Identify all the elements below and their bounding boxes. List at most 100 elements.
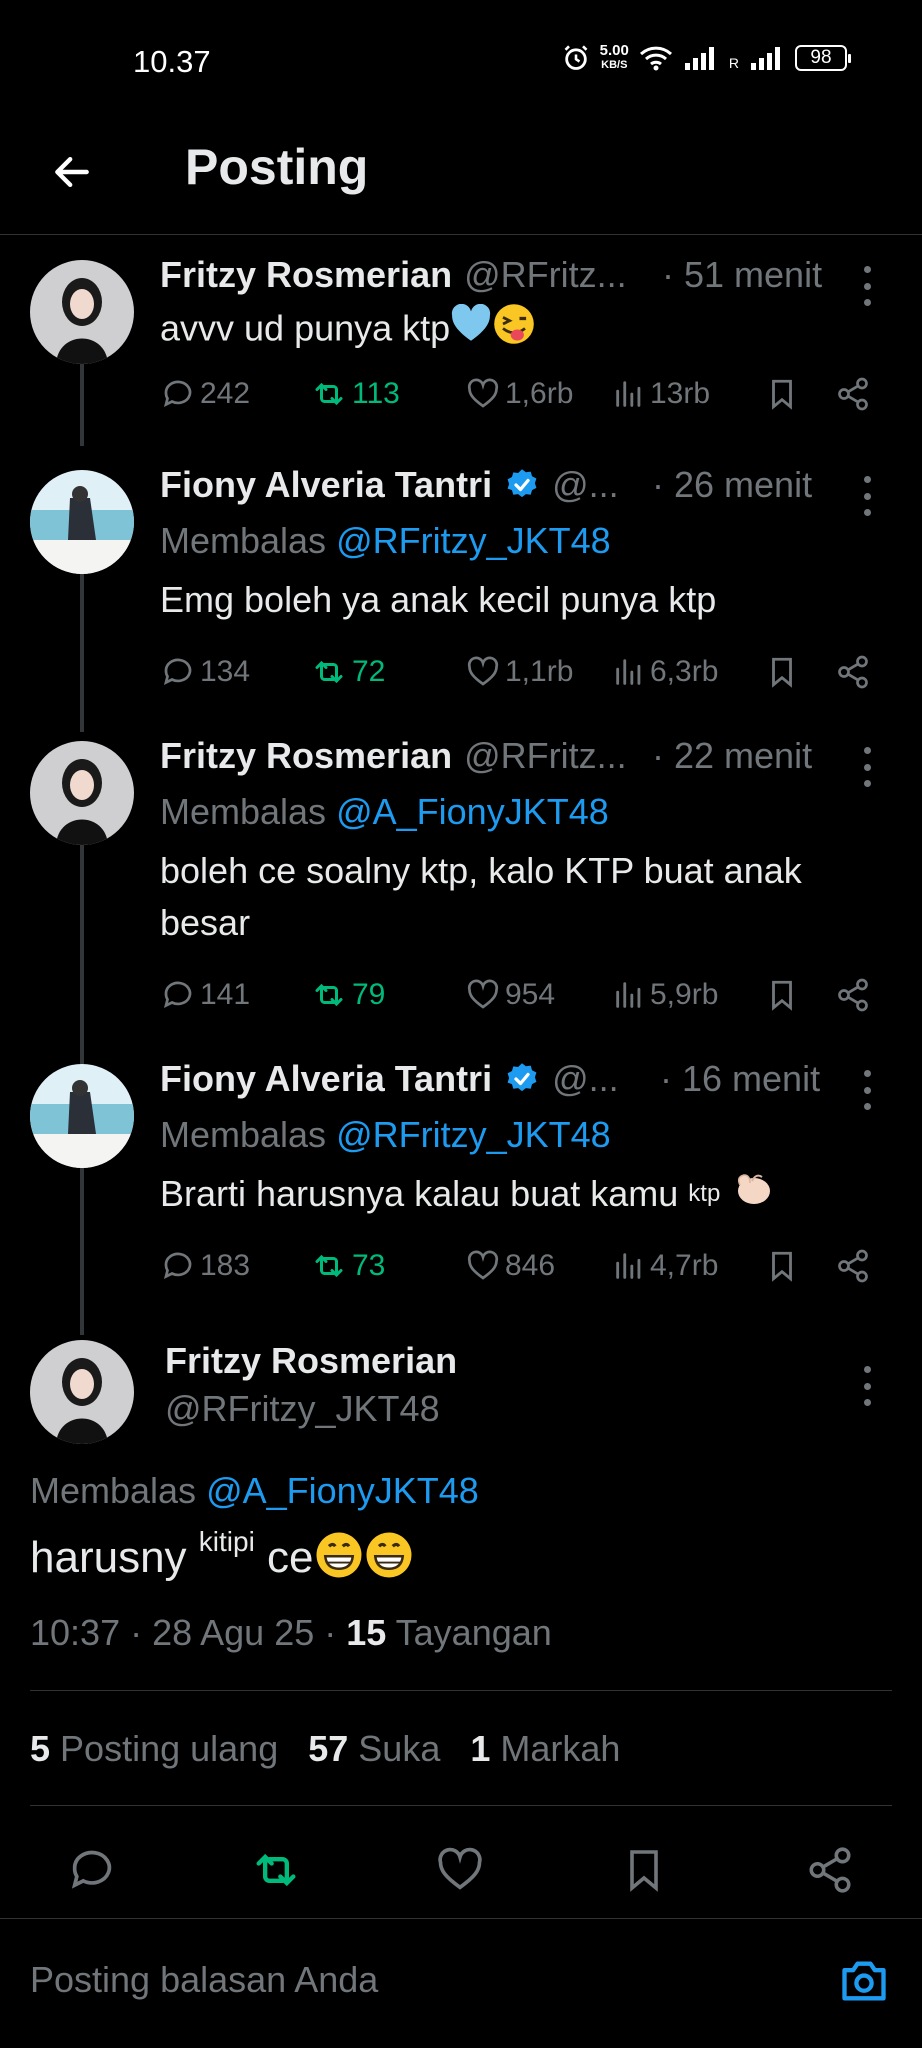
- reply-button[interactable]: 141: [160, 977, 250, 1013]
- share-button[interactable]: [835, 376, 871, 412]
- more-options-button[interactable]: [862, 266, 872, 306]
- signal-icon-2: [749, 45, 785, 71]
- back-arrow-icon: [55, 156, 89, 188]
- repost-count: 73: [352, 1249, 386, 1282]
- views-button[interactable]: 13rb: [612, 376, 710, 412]
- views-button[interactable]: 5,9rb: [612, 977, 718, 1013]
- reply-button[interactable]: [62, 1840, 122, 1900]
- bookmark-button[interactable]: [765, 1248, 799, 1284]
- tweet-header: Fritzy Rosmerian @RFritz...: [160, 254, 627, 296]
- like-button[interactable]: 954: [465, 977, 555, 1013]
- views-button[interactable]: 6,3rb: [612, 654, 718, 690]
- verified-badge-icon: [504, 467, 540, 503]
- mention-link[interactable]: @RFritzy_JKT48: [336, 1114, 611, 1155]
- like-button[interactable]: 1,1rb: [465, 654, 573, 690]
- avatar[interactable]: [30, 470, 134, 574]
- repost-button[interactable]: 72: [310, 654, 385, 690]
- reposts-count: 5: [30, 1728, 51, 1769]
- tweet-time: · 51 menit: [662, 254, 823, 295]
- reply-button[interactable]: 242: [160, 376, 250, 412]
- tweet-text: harusny kitipi ce: [30, 1526, 414, 1591]
- top-app-bar: Posting: [0, 120, 922, 235]
- more-options-button[interactable]: [862, 1366, 872, 1406]
- tweet-actions: 134 72 1,1rb 6,3rb: [160, 654, 880, 698]
- thread-tweet[interactable]: Fritzy Rosmerian @RFritz... · 22 menit M…: [0, 717, 922, 1039]
- like-button[interactable]: [430, 1840, 490, 1900]
- author-name[interactable]: Fritzy Rosmerian: [160, 254, 452, 296]
- avatar[interactable]: [30, 741, 134, 845]
- bookmark-icon: [772, 657, 792, 688]
- share-button[interactable]: [835, 977, 871, 1013]
- mention-link[interactable]: @A_FionyJKT48: [336, 791, 609, 832]
- author-handle[interactable]: @...: [552, 464, 619, 506]
- tweet-timestamp[interactable]: 10:37 · 28 Agu 25 ·: [30, 1612, 336, 1653]
- tweet-time: · 26 menit: [652, 464, 813, 505]
- share-button[interactable]: [835, 1248, 871, 1284]
- heart-icon: [467, 979, 499, 1009]
- author-handle[interactable]: @...: [552, 1058, 619, 1100]
- bookmark-button[interactable]: [614, 1840, 674, 1900]
- more-options-button[interactable]: [862, 747, 872, 787]
- author-name[interactable]: Fiony Alveria Tantri: [160, 464, 492, 506]
- mention-link[interactable]: @A_FionyJKT48: [206, 1470, 479, 1511]
- analytics-icon: [616, 659, 641, 685]
- tweet-text: avvv ud punya ktp: [160, 302, 880, 360]
- network-speed-unit: KB/S: [601, 59, 628, 71]
- repost-button[interactable]: 73: [310, 1248, 385, 1284]
- view-count: 4,7rb: [650, 1249, 719, 1282]
- avatar[interactable]: [30, 1064, 134, 1168]
- like-button[interactable]: 846: [465, 1248, 555, 1284]
- bookmark-icon: [772, 379, 792, 410]
- tweet-text-content-end: ce: [267, 1533, 314, 1583]
- bookmark-icon: [772, 980, 792, 1011]
- avatar[interactable]: [30, 1340, 134, 1444]
- bookmark-button[interactable]: [765, 654, 799, 690]
- replying-to-label: Membalas: [160, 791, 327, 832]
- repost-button[interactable]: 79: [310, 977, 385, 1013]
- share-button[interactable]: [835, 654, 871, 690]
- more-options-button[interactable]: [862, 476, 872, 516]
- author-handle[interactable]: @RFritzy_JKT48: [165, 1388, 440, 1430]
- reposts-stat[interactable]: 5 Posting ulang: [30, 1728, 278, 1770]
- tweet-header: Fiony Alveria Tantri @...: [160, 1058, 619, 1100]
- views-label: Tayangan: [395, 1612, 552, 1653]
- tweet-text-superscript: kitipi: [198, 1526, 255, 1557]
- avatar[interactable]: [30, 260, 134, 364]
- tweet-text-superscript: ktp: [688, 1180, 721, 1207]
- like-button[interactable]: 1,6rb: [465, 376, 573, 412]
- share-button[interactable]: [800, 1840, 860, 1900]
- tweet-text-content: harusny: [30, 1533, 187, 1583]
- reply-count: 141: [200, 978, 251, 1011]
- bookmarks-label: Markah: [500, 1728, 621, 1769]
- repost-button[interactable]: [246, 1840, 306, 1900]
- author-handle[interactable]: @RFritz...: [464, 735, 627, 777]
- bookmark-button[interactable]: [765, 977, 799, 1013]
- back-button[interactable]: [44, 144, 100, 200]
- reply-button[interactable]: 183: [160, 1248, 250, 1284]
- author-name[interactable]: Fritzy Rosmerian: [165, 1340, 457, 1382]
- likes-stat[interactable]: 57 Suka: [308, 1728, 440, 1770]
- reply-button[interactable]: 134: [160, 654, 250, 690]
- reply-input[interactable]: [30, 1959, 790, 2001]
- repost-button[interactable]: 113: [310, 376, 400, 412]
- views-button[interactable]: 4,7rb: [612, 1248, 718, 1284]
- thread-tweet[interactable]: Fiony Alveria Tantri @... · 16 menit Mem…: [0, 1040, 922, 1310]
- signal-icon-1: [683, 45, 719, 71]
- reply-icon: [163, 380, 192, 408]
- author-name[interactable]: Fritzy Rosmerian: [160, 735, 452, 777]
- author-name[interactable]: Fiony Alveria Tantri: [160, 1058, 492, 1100]
- thread-tweet[interactable]: Fritzy Rosmerian @RFritz... · 51 menit a…: [0, 236, 922, 446]
- tweet-time: · 16 menit: [660, 1058, 821, 1099]
- view-count: 13rb: [650, 377, 711, 410]
- likes-label: Suka: [358, 1728, 441, 1769]
- repost-icon: [315, 660, 343, 684]
- author-handle[interactable]: @RFritz...: [464, 254, 627, 296]
- thread-tweet[interactable]: Fiony Alveria Tantri @... · 26 menit Mem…: [0, 446, 922, 716]
- bookmarks-stat[interactable]: 1 Markah: [470, 1728, 620, 1770]
- more-options-button[interactable]: [862, 1070, 872, 1110]
- camera-button[interactable]: [836, 1953, 892, 2009]
- reply-icon: [163, 1252, 192, 1280]
- bookmark-button[interactable]: [765, 376, 799, 412]
- mention-link[interactable]: @RFritzy_JKT48: [336, 520, 611, 561]
- repost-count: 79: [352, 978, 386, 1011]
